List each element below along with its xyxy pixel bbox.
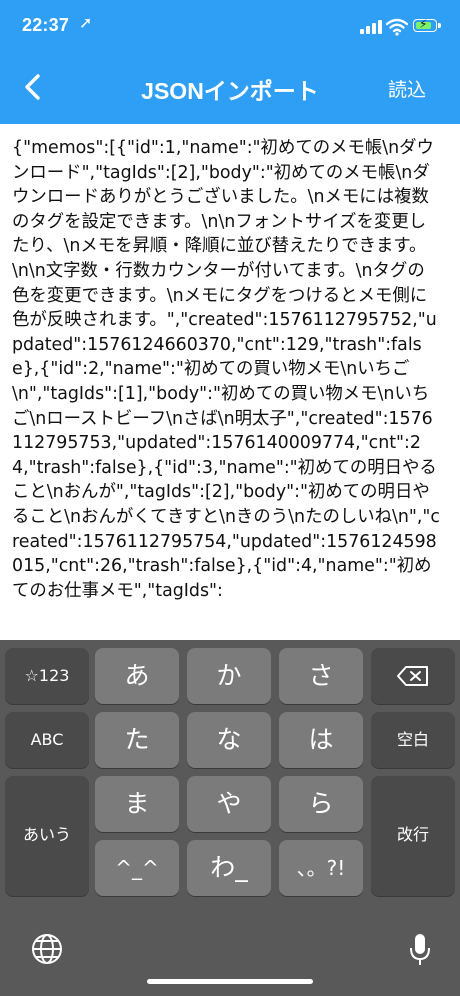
key-label: さ — [308, 661, 334, 690]
key-ra[interactable]: ら — [279, 776, 363, 832]
key-label: あいう — [22, 825, 71, 844]
key-punctuation[interactable]: 、。?! — [279, 840, 363, 896]
key-ha[interactable]: は — [279, 712, 363, 768]
key-label: ^_^ — [115, 856, 159, 880]
wifi-icon — [386, 18, 408, 36]
backspace-icon — [397, 666, 428, 686]
key-label: や — [216, 789, 242, 818]
key-label: は — [308, 725, 334, 754]
japanese-keyboard: ☆123 あ か さ ABC た な は 空白 あいう ま や ら 改行 ^_^… — [0, 640, 460, 996]
key-label: ま — [124, 789, 150, 818]
key-label: 空白 — [396, 730, 429, 749]
app-header: 22:37 ➚ ⚡ JSONインポート 読込 — [0, 0, 460, 124]
import-button[interactable]: 読込 — [388, 75, 426, 102]
key-aiu[interactable]: あいう — [5, 776, 89, 896]
key-label: わ_ — [210, 853, 248, 882]
globe-icon[interactable] — [30, 932, 64, 966]
key-ma[interactable]: ま — [95, 776, 179, 832]
cellular-signal-icon — [360, 20, 382, 34]
key-label: ☆123 — [24, 666, 70, 685]
key-emoticon[interactable]: ^_^ — [95, 840, 179, 896]
key-wa[interactable]: わ_ — [187, 840, 271, 896]
location-icon: ➚ — [79, 13, 93, 32]
status-time: 22:37 — [22, 15, 70, 35]
key-abc[interactable]: ABC — [5, 712, 89, 768]
json-textarea[interactable]: {"memos":[{"id":1,"name":"初めてのメモ帳\nダウンロー… — [12, 136, 442, 636]
key-label: ABC — [30, 730, 64, 749]
battery-icon: ⚡ — [413, 17, 441, 32]
key-label: 改行 — [396, 825, 429, 844]
microphone-icon[interactable] — [408, 932, 432, 968]
key-123[interactable]: ☆123 — [5, 648, 89, 704]
backspace-key[interactable] — [371, 648, 455, 704]
key-ya[interactable]: や — [187, 776, 271, 832]
key-sa[interactable]: さ — [279, 648, 363, 704]
return-key[interactable]: 改行 — [371, 776, 455, 896]
key-label: あ — [124, 661, 150, 690]
key-label: か — [216, 661, 242, 690]
key-na[interactable]: な — [187, 712, 271, 768]
key-ta[interactable]: た — [95, 712, 179, 768]
key-a[interactable]: あ — [95, 648, 179, 704]
key-label: 、。?! — [296, 856, 346, 880]
space-key[interactable]: 空白 — [371, 712, 455, 768]
key-ka[interactable]: か — [187, 648, 271, 704]
key-label: ら — [308, 789, 334, 818]
home-indicator[interactable] — [147, 979, 313, 984]
key-label: な — [216, 725, 242, 754]
key-label: た — [124, 725, 150, 754]
